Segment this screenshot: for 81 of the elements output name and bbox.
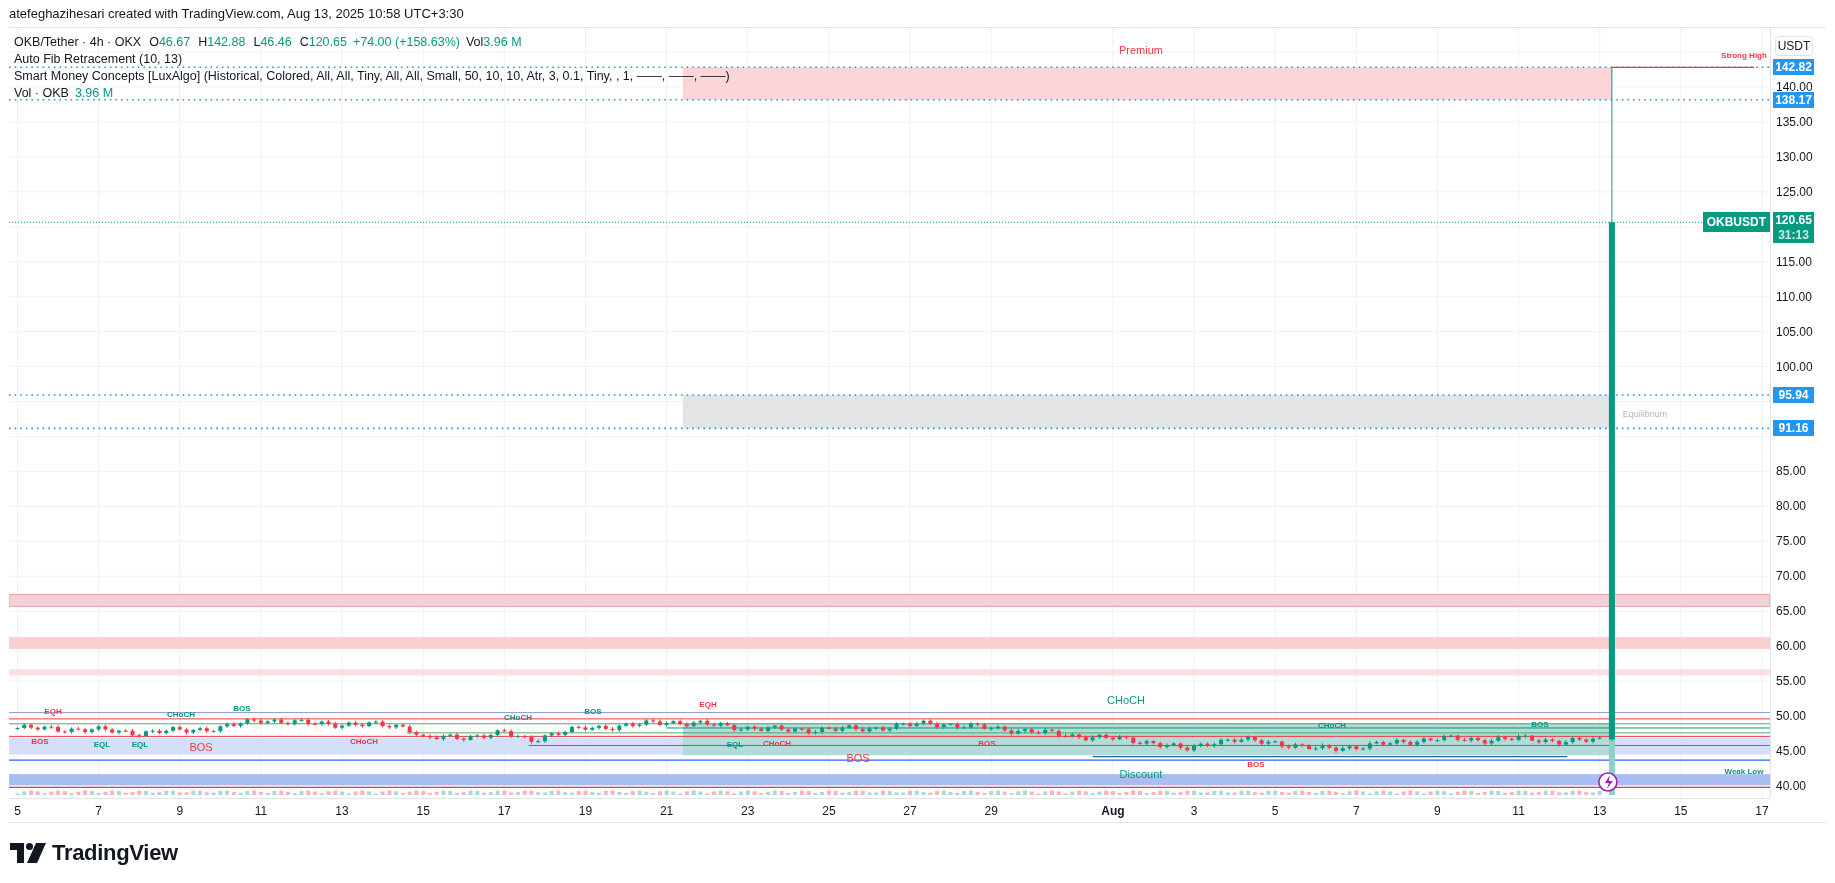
volume-value: Vol3.96 M bbox=[465, 34, 522, 51]
price-label: 140.00 bbox=[1776, 80, 1813, 94]
price-label: 105.00 bbox=[1776, 324, 1813, 339]
date-label: 17 bbox=[497, 804, 511, 818]
structure-label: CHoCH bbox=[167, 710, 195, 719]
price-label: 45.00 bbox=[1776, 744, 1807, 759]
structure-label: EQL bbox=[131, 740, 149, 749]
ohlc-value: H142.88 bbox=[198, 34, 246, 51]
date-label: 19 bbox=[578, 804, 593, 818]
symbol-badge: OKBUSDT bbox=[1702, 212, 1770, 233]
price-badge: 95.94 bbox=[1773, 386, 1814, 403]
price-label: 125.00 bbox=[1776, 184, 1813, 199]
structure-label: CHoCH bbox=[350, 737, 378, 746]
structure-label: CHoCH bbox=[1107, 694, 1145, 706]
structure-label: EQL bbox=[93, 740, 111, 749]
symbol-title: OKB/Tether · 4h · OKX bbox=[14, 34, 142, 51]
price-label: 65.00 bbox=[1776, 604, 1807, 619]
date-label: 25 bbox=[822, 804, 836, 818]
date-label: 15 bbox=[1674, 804, 1688, 818]
date-label: 27 bbox=[903, 804, 917, 818]
structure-label: CHoCH bbox=[504, 713, 532, 722]
structure-label: BOS bbox=[189, 741, 213, 753]
chart-caption: atefeghazihesari created with TradingView.com, Aug 13, 2025 10:58 UTC+3:30 bbox=[8, 5, 465, 23]
price-badge: 91.16 bbox=[1773, 420, 1814, 437]
date-label: 17 bbox=[1755, 804, 1769, 818]
price-label: 50.00 bbox=[1776, 709, 1807, 724]
price-label: 70.00 bbox=[1776, 569, 1807, 584]
indicator-title: Auto Fib Retracement (10, 13) bbox=[14, 51, 183, 68]
price-badge: 138.17 bbox=[1773, 91, 1814, 108]
currency-button[interactable]: USDT bbox=[1775, 36, 1813, 56]
date-label: 21 bbox=[659, 804, 674, 818]
structure-label: Equilibrium bbox=[1622, 409, 1668, 419]
structure-label: BOS bbox=[1531, 720, 1549, 729]
date-label: 3 bbox=[1190, 804, 1198, 818]
indicator-title: Smart Money Concepts [LuxAlgo] (Historical, Colored, All, All, Tiny, All, All, Small, 50, 10, 10, Atr, 3, 0.1, Tiny, , 1, ——, ——, ——) bbox=[14, 68, 730, 85]
structure-label: EQH bbox=[44, 707, 62, 716]
price-label: 55.00 bbox=[1776, 674, 1807, 689]
date-label: 9 bbox=[1434, 804, 1441, 818]
price-label: 85.00 bbox=[1776, 464, 1807, 479]
price-label: 130.00 bbox=[1776, 149, 1813, 164]
structure-label: Discount bbox=[1119, 768, 1163, 780]
change-value: +74.00 (+158.63%) bbox=[352, 34, 460, 51]
structure-label: CHoCH bbox=[1318, 721, 1346, 730]
date-label: 7 bbox=[95, 804, 102, 818]
structure-label: Premium bbox=[1119, 44, 1163, 56]
date-label: 15 bbox=[416, 804, 430, 818]
indicator-title: Vol · OKB bbox=[14, 85, 69, 102]
price-label: 115.00 bbox=[1776, 254, 1812, 269]
indicator-value: 3.96 M bbox=[74, 85, 114, 102]
structure-label: BOS bbox=[233, 704, 251, 713]
price-label: 60.00 bbox=[1776, 639, 1807, 654]
date-label: 13 bbox=[1593, 804, 1607, 818]
price-label: 75.00 bbox=[1776, 534, 1807, 549]
price-label: 80.00 bbox=[1776, 499, 1807, 514]
structure-label: Weak Low bbox=[1724, 767, 1764, 776]
date-label: 5 bbox=[14, 804, 21, 818]
date-label: 5 bbox=[1271, 804, 1279, 818]
structure-label: BOS bbox=[1247, 760, 1265, 769]
last-price: 120.65 bbox=[1775, 213, 1812, 229]
ohlc-value: L46.46 bbox=[253, 34, 292, 51]
countdown: 31:13 bbox=[1778, 228, 1809, 243]
date-label: 23 bbox=[741, 804, 755, 818]
date-label: 11 bbox=[1512, 804, 1525, 818]
structure-label: EQH bbox=[699, 700, 717, 709]
logo-text: TradingView bbox=[52, 840, 178, 866]
price-label: 40.00 bbox=[1776, 779, 1807, 793]
price-label: 110.00 bbox=[1776, 289, 1812, 304]
date-label: 7 bbox=[1352, 804, 1360, 818]
structure-label: BOS bbox=[31, 737, 49, 746]
price-label: 100.00 bbox=[1776, 359, 1813, 374]
structure-label: BOS bbox=[584, 707, 602, 716]
ohlc-value: C120.65 bbox=[299, 34, 347, 51]
structure-label: Strong High bbox=[1721, 51, 1767, 60]
price-label: 135.00 bbox=[1776, 114, 1813, 129]
price-badge: 142.82 bbox=[1773, 59, 1814, 76]
date-label: 29 bbox=[984, 804, 998, 818]
date-label: Aug bbox=[1101, 804, 1125, 818]
date-label: 13 bbox=[335, 804, 349, 818]
date-label: 9 bbox=[176, 804, 184, 818]
date-label: 11 bbox=[254, 804, 268, 818]
ohlc-value: O46.67 bbox=[149, 34, 191, 51]
